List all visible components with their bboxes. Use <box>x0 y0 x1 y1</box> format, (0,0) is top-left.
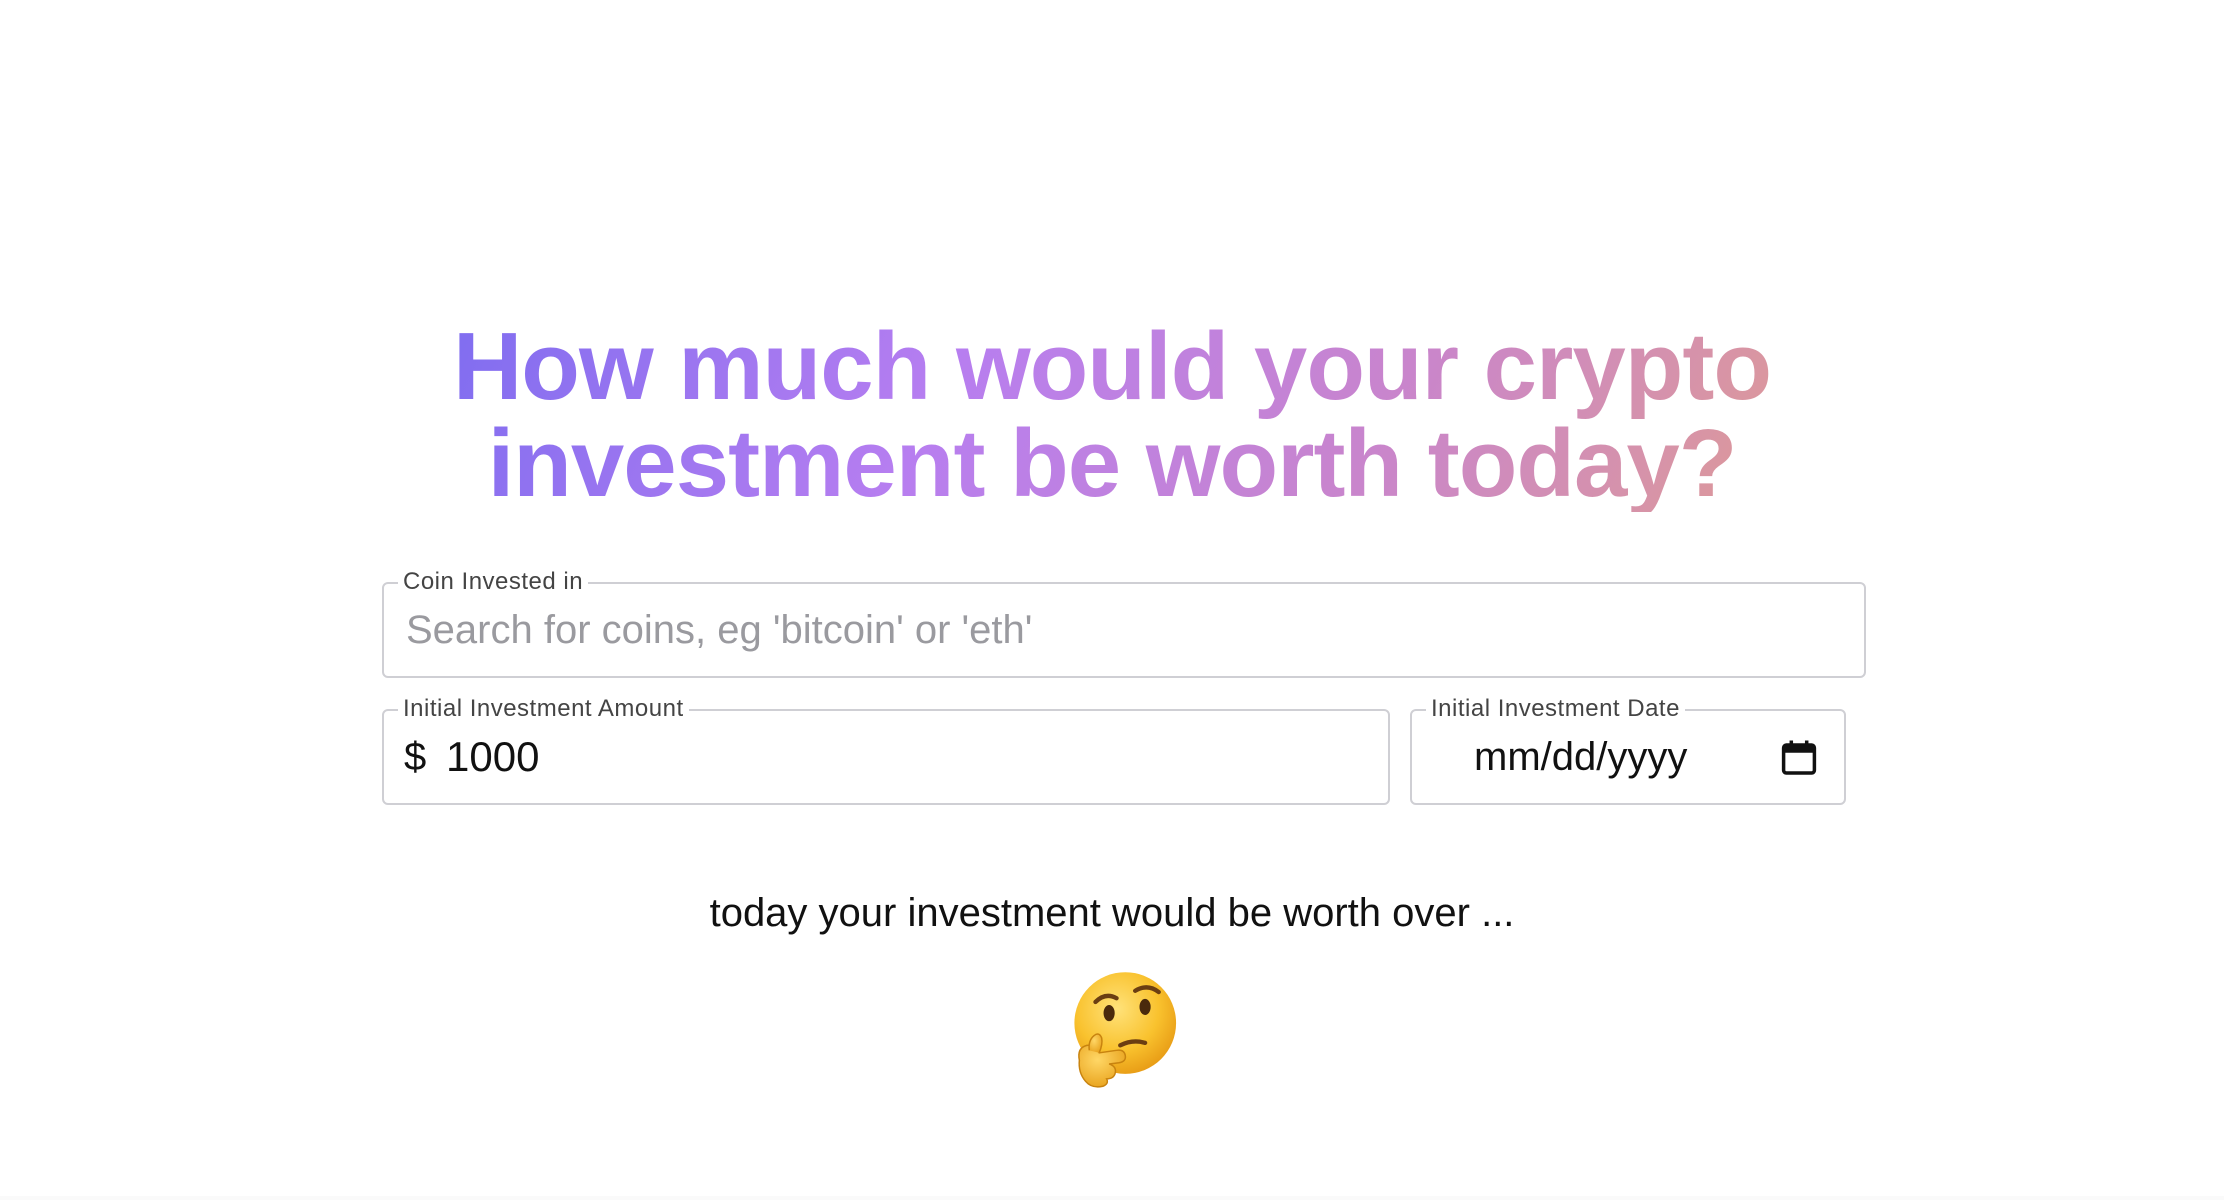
coin-search-input[interactable] <box>406 584 1846 676</box>
footer-divider <box>0 1196 2224 1200</box>
investment-amount-input[interactable] <box>446 711 1346 803</box>
thinking-face-icon <box>1074 972 1177 1088</box>
investment-date-input[interactable]: mm/dd/yyyy <box>1474 711 1687 803</box>
page-title-line-2: investment be worth today? <box>487 410 1737 517</box>
investment-date-field[interactable]: Initial Investment Date mm/dd/yyyy <box>1410 695 1846 805</box>
coin-field[interactable]: Coin Invested in <box>382 568 1866 678</box>
result-text: today your investment would be worth ove… <box>709 891 1515 935</box>
page-title-line-1: How much would your crypto <box>452 313 1772 420</box>
page-title: How much would your crypto investment be… <box>0 318 2224 512</box>
currency-symbol: $ <box>404 735 427 779</box>
investment-amount-field[interactable]: Initial Investment Amount $ <box>382 695 1390 805</box>
page: How much would your crypto investment be… <box>0 0 2224 1200</box>
calendar-icon[interactable] <box>1778 737 1820 779</box>
